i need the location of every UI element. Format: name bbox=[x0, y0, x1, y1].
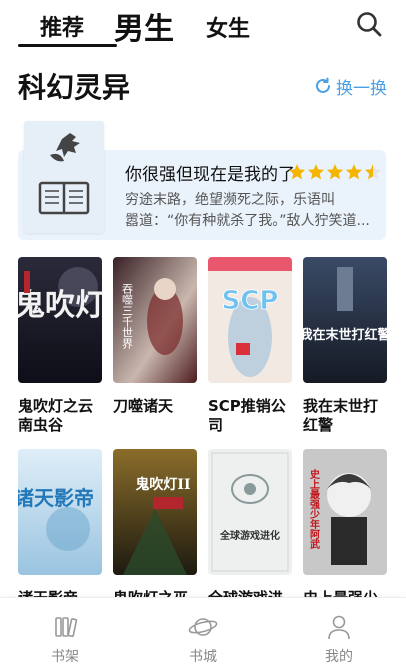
search-icon[interactable] bbox=[355, 10, 383, 38]
book-title[interactable]: SCP推销公司 bbox=[208, 397, 296, 435]
book-cover[interactable]: 鬼吹灯 bbox=[18, 257, 102, 383]
nav-bookshelf[interactable]: 书架 bbox=[30, 612, 100, 666]
nav-profile-label: 我的 bbox=[325, 649, 353, 665]
book-item[interactable]: 吞噬三千世界 刀噬诸天 bbox=[113, 257, 199, 416]
nav-profile[interactable]: 我的 bbox=[304, 612, 374, 666]
bottom-navigation: 书架 书城 我的 bbox=[0, 597, 406, 670]
star-icon bbox=[346, 164, 362, 180]
book-title[interactable]: 刀噬诸天 bbox=[113, 397, 201, 416]
featured-book-description: 穷途末路，绝望濒死之际，乐语叫 嚣道：“你有种就杀了我。”敌人狞笑道... bbox=[125, 190, 375, 232]
book-cover[interactable]: 我在末世打红警 bbox=[303, 257, 387, 383]
nav-bookstore-label: 书城 bbox=[189, 649, 217, 665]
dragon-book-icon bbox=[38, 133, 90, 215]
tab-recommended[interactable]: 推荐 bbox=[40, 10, 84, 42]
book-item[interactable]: 鬼吹灯 鬼吹灯之云南虫谷 bbox=[18, 257, 104, 435]
book-cover[interactable]: 鬼吹灯II bbox=[113, 449, 197, 575]
star-icon bbox=[308, 164, 324, 180]
book-cover[interactable]: 吞噬三千世界 bbox=[113, 257, 197, 383]
featured-desc-line-2: 嚣道：“你有种就杀了我。”敌人狞笑道... bbox=[125, 213, 370, 229]
tab-girls[interactable]: 女生 bbox=[206, 11, 250, 43]
tab-boys[interactable]: 男生 bbox=[114, 4, 174, 48]
book-cover[interactable]: 诸天影帝 bbox=[18, 449, 102, 575]
refresh-icon bbox=[316, 77, 330, 93]
star-icon bbox=[289, 164, 305, 180]
cover-title: 鬼吹灯II bbox=[135, 476, 190, 493]
cover-title: 我在末世打红警 bbox=[303, 327, 387, 343]
book-item[interactable]: 诸天影帝 诸天影帝 bbox=[18, 449, 104, 608]
refresh-button[interactable]: 换一换 bbox=[314, 74, 387, 99]
book-cover[interactable]: 全球游戏进化 bbox=[208, 449, 292, 575]
book-title[interactable]: 我在末世打红警 bbox=[303, 397, 391, 435]
book-cover[interactable]: 史上最强少年阿武 bbox=[303, 449, 387, 575]
nav-bookshelf-label: 书架 bbox=[51, 649, 79, 665]
cover-title: 全球游戏进化 bbox=[219, 529, 280, 542]
cover-title: SCP bbox=[222, 286, 279, 316]
nav-bookstore[interactable]: 书城 bbox=[168, 612, 238, 666]
rating-stars bbox=[288, 163, 382, 181]
planet-icon bbox=[188, 618, 218, 636]
refresh-label: 换一换 bbox=[336, 78, 387, 99]
user-icon bbox=[328, 615, 350, 640]
cover-title: 诸天影帝 bbox=[18, 486, 94, 510]
star-icon bbox=[365, 164, 381, 180]
featured-book-cover[interactable] bbox=[24, 121, 104, 233]
star-icon bbox=[327, 164, 343, 180]
book-item[interactable]: SCP SCP推销公司 bbox=[208, 257, 294, 435]
bookshelf-icon bbox=[55, 617, 78, 638]
featured-desc-line-1: 穷途末路，绝望濒死之际，乐语叫 bbox=[125, 192, 335, 208]
active-tab-indicator bbox=[18, 44, 117, 47]
cover-title: 吞噬三千世界 bbox=[121, 283, 134, 350]
book-title[interactable]: 鬼吹灯之云南虫谷 bbox=[18, 397, 106, 435]
section-title: 科幻灵异 bbox=[18, 71, 131, 104]
book-cover[interactable]: SCP bbox=[208, 257, 292, 383]
cover-title: 鬼吹灯 bbox=[18, 288, 102, 323]
book-item[interactable]: 我在末世打红警 我在末世打红警 bbox=[303, 257, 389, 435]
top-tabs: 推荐 男生 女生 bbox=[0, 0, 406, 50]
